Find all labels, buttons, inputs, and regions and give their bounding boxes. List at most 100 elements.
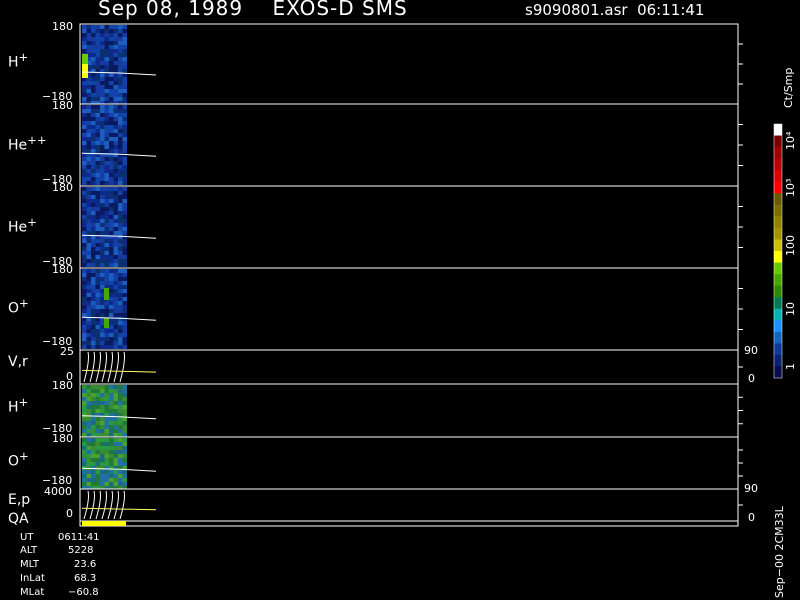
colorbar-segment bbox=[774, 366, 782, 379]
spectrogram-cell bbox=[95, 325, 100, 329]
spectrogram-cell bbox=[122, 438, 127, 442]
spectrogram-cell bbox=[100, 243, 105, 247]
spectrogram-cell bbox=[100, 41, 105, 45]
spectrogram-cell bbox=[104, 145, 109, 149]
spectrogram-cell bbox=[109, 85, 114, 89]
spectrogram-cell bbox=[95, 474, 100, 478]
spectrogram-cell bbox=[122, 231, 127, 235]
colorbar-segment bbox=[774, 343, 782, 356]
spectrogram-cell bbox=[113, 165, 118, 169]
spectrogram-cell bbox=[104, 97, 109, 101]
spectrogram-cell bbox=[113, 207, 118, 211]
spectrogram-cell bbox=[122, 446, 127, 450]
spectrogram-cell bbox=[104, 207, 109, 211]
spectrogram-cell bbox=[91, 259, 96, 263]
spectrogram-cell bbox=[95, 289, 100, 293]
spectrogram-cell bbox=[109, 187, 114, 191]
spectrogram-cell bbox=[118, 169, 123, 173]
spectrogram-cell bbox=[95, 141, 100, 145]
spectrogram-cell bbox=[86, 121, 91, 125]
panel-label-ep: E,p bbox=[8, 492, 31, 508]
spectrogram-cell bbox=[95, 181, 100, 185]
spectrogram-cell bbox=[86, 231, 91, 235]
spectrogram-cell bbox=[86, 219, 91, 223]
spectrogram-cell bbox=[118, 173, 123, 177]
spectrogram-cell bbox=[100, 121, 105, 125]
spectrogram-cell bbox=[122, 37, 127, 41]
spectrogram-cell bbox=[122, 45, 127, 49]
spectrogram-cell bbox=[82, 109, 87, 113]
spectrogram-cell bbox=[95, 273, 100, 277]
spectrogram-cell bbox=[104, 405, 109, 409]
spectrogram-cell bbox=[118, 93, 123, 97]
spectrogram-cell bbox=[95, 223, 100, 227]
spectrogram-cell bbox=[118, 89, 123, 93]
spectrogram-cell bbox=[86, 263, 91, 267]
spectrogram-cell bbox=[86, 49, 91, 53]
spectrogram-cell bbox=[122, 454, 127, 458]
spectrogram-cell bbox=[113, 227, 118, 231]
spectrogram-cell bbox=[91, 301, 96, 305]
spectrogram-cell bbox=[86, 301, 91, 305]
spectrogram-cell bbox=[95, 77, 100, 81]
spectrogram-cell bbox=[95, 215, 100, 219]
spectrogram-cell bbox=[109, 454, 114, 458]
panel-frame bbox=[79, 103, 739, 187]
spectrogram-cell bbox=[113, 121, 118, 125]
spectrogram-cell bbox=[95, 211, 100, 215]
spectrogram-cell bbox=[91, 57, 96, 61]
spectrogram-cell bbox=[91, 289, 96, 293]
spectrogram-cell bbox=[100, 145, 105, 149]
spectrogram-cell bbox=[113, 133, 118, 137]
spectrogram-cell bbox=[100, 478, 105, 482]
spectrogram-cell bbox=[95, 41, 100, 45]
spectrogram-cell bbox=[86, 199, 91, 203]
spectrogram-cell bbox=[122, 433, 127, 437]
spectrogram-cell bbox=[104, 117, 109, 121]
spectrogram-cell bbox=[95, 251, 100, 255]
spectrogram-cell bbox=[86, 45, 91, 49]
spectrogram-cell bbox=[95, 195, 100, 199]
spectrogram-cell bbox=[95, 49, 100, 53]
spectrogram-cell bbox=[113, 161, 118, 165]
spectrogram-cell bbox=[91, 474, 96, 478]
spectrogram-cell bbox=[86, 454, 91, 458]
spectrogram-cell bbox=[118, 215, 123, 219]
spectrogram-cell bbox=[113, 177, 118, 181]
spectrogram-cell bbox=[118, 37, 123, 41]
spectrogram-cell bbox=[100, 409, 105, 413]
spectrogram-cell bbox=[109, 329, 114, 333]
spectrogram-cell bbox=[109, 57, 114, 61]
spectrogram-cell bbox=[82, 313, 87, 317]
spectrogram-cell bbox=[82, 389, 87, 393]
spectrogram-cell bbox=[113, 33, 118, 37]
spectrogram-cell bbox=[104, 37, 109, 41]
spectrogram-cell bbox=[109, 97, 114, 101]
spectrogram-cell bbox=[109, 161, 114, 165]
spectrogram-cell bbox=[118, 239, 123, 243]
spectrogram-cell bbox=[104, 45, 109, 49]
spectrogram-cell bbox=[122, 169, 127, 173]
spectrogram-cell bbox=[118, 417, 123, 421]
spectrogram-cell bbox=[109, 243, 114, 247]
spectrogram-cell bbox=[95, 309, 100, 313]
spectrogram-cell bbox=[122, 321, 127, 325]
spectrogram-cell bbox=[91, 145, 96, 149]
spectrogram-cell bbox=[91, 125, 96, 129]
spectrogram-cell bbox=[91, 223, 96, 227]
spectrogram-cell bbox=[86, 177, 91, 181]
spectrogram-cell bbox=[91, 77, 96, 81]
spectrogram-cell bbox=[122, 462, 127, 466]
spectrogram-cell bbox=[122, 285, 127, 289]
spectrogram-cell bbox=[109, 401, 114, 405]
spectrogram-cell bbox=[113, 281, 118, 285]
spectrogram-cell bbox=[104, 458, 109, 462]
spectrogram-cell bbox=[118, 49, 123, 53]
spectrogram-cell bbox=[118, 207, 123, 211]
spectrogram-cell bbox=[86, 482, 91, 486]
spectrogram-cell bbox=[100, 203, 105, 207]
spectrogram-cell bbox=[104, 421, 109, 425]
spectrogram-cell bbox=[109, 61, 114, 65]
spectrogram-cell bbox=[86, 393, 91, 397]
spectrogram-cell bbox=[113, 285, 118, 289]
